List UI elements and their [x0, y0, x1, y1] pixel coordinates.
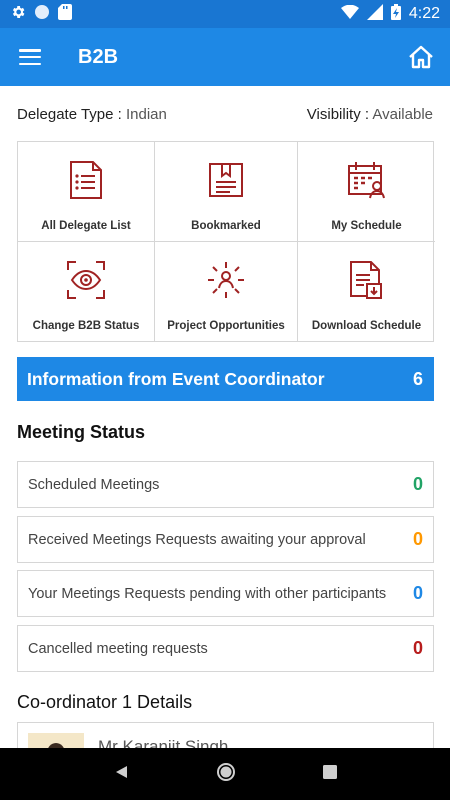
app-title: B2B — [78, 45, 119, 68]
home-icon — [409, 45, 433, 69]
meeting-label: Your Meetings Requests pending with othe… — [28, 585, 387, 602]
meeting-count: 0 — [412, 474, 423, 494]
visibility: Visibility : Available — [307, 106, 433, 123]
home-nav-button[interactable] — [216, 762, 236, 787]
recents-button[interactable] — [322, 764, 337, 784]
meeting-label: Scheduled Meetings — [28, 476, 160, 493]
tile-my-schedule[interactable]: My Schedule — [298, 142, 435, 242]
eye-scan-icon — [66, 260, 106, 300]
meeting-count: 0 — [412, 529, 423, 549]
recents-square-icon — [322, 764, 337, 779]
book-icon — [206, 160, 246, 200]
list-document-icon — [66, 160, 106, 200]
delegate-type-value: Indian — [125, 106, 167, 123]
feature-grid: All Delegate List Bookmarked My Schedule… — [17, 141, 435, 342]
tile-label: Bookmarked — [191, 220, 261, 232]
meeting-count: 0 — [412, 638, 423, 658]
tile-label: Download Schedule — [311, 320, 422, 332]
tile-label: Change B2B Status — [32, 320, 140, 332]
coordinator-card[interactable]: Mr Karanjit Singh — [17, 722, 434, 748]
coordinator-title: Co-ordinator 1 Details — [17, 692, 193, 712]
info-bar-count: 6 — [412, 368, 423, 389]
coordinator-name: Mr Karanjit Singh — [98, 737, 229, 748]
meeting-status-title: Meeting Status — [17, 422, 146, 442]
back-triangle-icon — [116, 765, 128, 778]
home-button[interactable] — [392, 28, 450, 86]
tile-bookmarked[interactable]: Bookmarked — [155, 142, 298, 242]
people-network-icon — [206, 260, 246, 300]
delegate-type: Delegate Type : Indian — [17, 106, 167, 123]
navigation-bar — [0, 748, 450, 800]
download-document-icon — [347, 260, 387, 300]
avatar — [28, 733, 84, 748]
delegate-type-label: Delegate Type : — [17, 106, 122, 123]
back-button[interactable] — [113, 764, 129, 785]
tile-download-schedule[interactable]: Download Schedule — [298, 242, 435, 342]
calendar-user-icon — [347, 160, 387, 200]
tile-all-delegate-list[interactable]: All Delegate List — [18, 142, 155, 242]
visibility-label: Visibility : — [306, 106, 370, 123]
status-bar: 4:22 — [0, 0, 450, 28]
visibility-value: Available — [372, 106, 433, 123]
meeting-cancelled-requests[interactable]: Cancelled meeting requests 0 — [17, 625, 434, 672]
circle-icon — [34, 4, 50, 25]
meeting-label: Cancelled meeting requests — [28, 640, 208, 657]
settings-icon — [10, 4, 26, 25]
info-bar-title: Information from Event Coordinator — [27, 368, 325, 389]
signal-icon — [366, 3, 383, 25]
hamburger-icon — [19, 49, 41, 65]
battery-charging-icon — [390, 3, 401, 25]
tile-label: My Schedule — [331, 220, 402, 232]
meeting-count: 0 — [412, 583, 423, 603]
wifi-icon — [340, 4, 359, 24]
tile-label: All Delegate List — [41, 220, 131, 232]
tile-change-b2b-status[interactable]: Change B2B Status — [18, 242, 155, 342]
tile-label: Project Opportunities — [167, 320, 285, 332]
meeting-label: Received Meetings Requests awaiting your… — [28, 531, 366, 548]
event-coordinator-info-bar[interactable]: Information from Event Coordinator 6 — [17, 357, 434, 401]
main-content[interactable]: Delegate Type : Indian Visibility : Avai… — [0, 86, 450, 748]
menu-button[interactable] — [0, 28, 60, 86]
sd-card-icon — [58, 3, 72, 25]
home-circle-icon — [216, 762, 235, 781]
meeting-pending-requests[interactable]: Your Meetings Requests pending with othe… — [17, 570, 434, 617]
meeting-scheduled[interactable]: Scheduled Meetings 0 — [17, 461, 434, 508]
app-bar: B2B — [0, 28, 450, 86]
meeting-received-requests[interactable]: Received Meetings Requests awaiting your… — [17, 516, 434, 563]
delegate-info-row: Delegate Type : Indian Visibility : Avai… — [17, 106, 433, 123]
tile-project-opportunities[interactable]: Project Opportunities — [155, 242, 298, 342]
status-time: 4:22 — [408, 5, 440, 22]
